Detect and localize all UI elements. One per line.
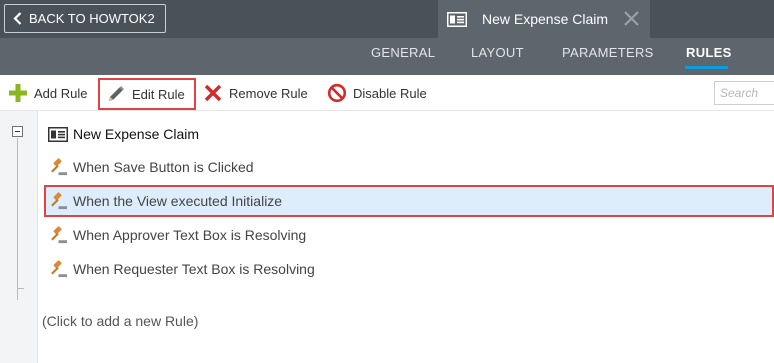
x-icon xyxy=(204,84,222,102)
gavel-icon xyxy=(51,157,68,175)
tree-gutter xyxy=(0,111,38,363)
tree-connector-end xyxy=(17,288,24,289)
rule-label: When Approver Text Box is Resolving xyxy=(73,227,307,243)
disable-rule-button[interactable]: Disable Rule xyxy=(327,79,427,107)
rule-label: When Save Button is Clicked xyxy=(73,159,254,175)
close-icon[interactable] xyxy=(623,10,640,27)
active-tab-indicator xyxy=(685,66,728,69)
gavel-icon xyxy=(51,225,68,243)
back-button[interactable]: BACK TO HOWTOK2 xyxy=(4,4,166,33)
tree-root[interactable]: New Expense Claim xyxy=(48,123,199,145)
tree-connector xyxy=(17,138,18,300)
gavel-icon xyxy=(51,259,68,277)
collapse-icon[interactable] xyxy=(12,126,23,137)
document-tab-label: New Expense Claim xyxy=(482,11,609,27)
gavel-icon xyxy=(51,191,68,209)
rule-item[interactable]: When Approver Text Box is Resolving xyxy=(44,220,774,250)
remove-rule-label: Remove Rule xyxy=(229,85,308,101)
tab-general[interactable]: GENERAL xyxy=(371,38,435,75)
designer-nav: GENERAL LAYOUT PARAMETERS RULES xyxy=(0,38,774,75)
add-rule-button[interactable]: Add Rule xyxy=(8,79,87,107)
search-input[interactable] xyxy=(714,81,774,105)
edit-rule-button[interactable]: Edit Rule xyxy=(98,78,196,110)
rule-item-selected[interactable]: When the View executed Initialize xyxy=(44,185,774,217)
top-bar: BACK TO HOWTOK2 New Expense Claim xyxy=(0,0,774,38)
rules-toolbar: Add Rule Edit Rule Remove Rule Disable R… xyxy=(0,75,774,111)
rule-label: When Requester Text Box is Resolving xyxy=(73,261,315,277)
add-rule-label: Add Rule xyxy=(34,85,88,101)
tree-root-label: New Expense Claim xyxy=(73,126,200,142)
form-view-icon xyxy=(48,126,68,142)
tab-layout[interactable]: LAYOUT xyxy=(471,38,524,75)
rule-item[interactable]: When Save Button is Clicked xyxy=(44,152,774,182)
rule-item[interactable]: When Requester Text Box is Resolving xyxy=(44,254,774,284)
rule-label: When the View executed Initialize xyxy=(73,193,283,209)
edit-rule-label: Edit Rule xyxy=(132,86,185,102)
document-tab[interactable]: New Expense Claim xyxy=(438,0,650,38)
remove-rule-button[interactable]: Remove Rule xyxy=(203,79,308,107)
tab-rules[interactable]: RULES xyxy=(686,38,732,75)
disable-rule-label: Disable Rule xyxy=(353,85,427,101)
plus-icon xyxy=(9,84,27,102)
chevron-left-icon xyxy=(13,12,22,25)
add-new-rule-link[interactable]: (Click to add a new Rule) xyxy=(42,313,198,329)
form-view-icon xyxy=(447,11,467,27)
back-button-label: BACK TO HOWTOK2 xyxy=(29,11,155,26)
tab-parameters[interactable]: PARAMETERS xyxy=(562,38,654,75)
pencil-icon xyxy=(109,86,124,101)
disable-icon xyxy=(327,83,347,103)
